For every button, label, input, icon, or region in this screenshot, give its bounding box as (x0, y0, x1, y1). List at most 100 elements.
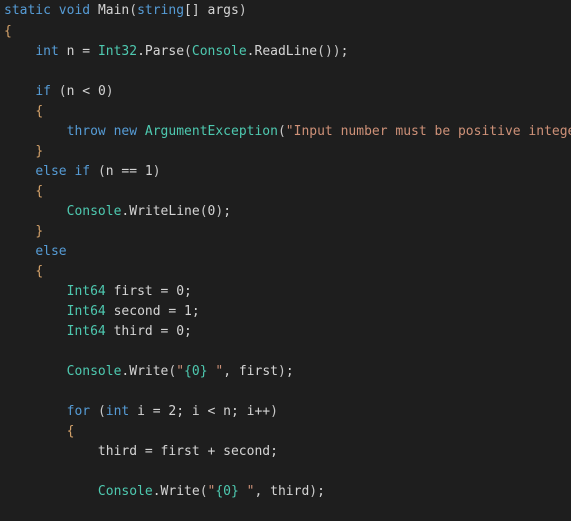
code-token: ReadLine (254, 44, 318, 59)
code-line[interactable]: { (0, 102, 571, 122)
code-line[interactable]: Console.WriteLine(0); (0, 202, 571, 222)
code-line[interactable]: for (int i = 2; i < n; i++) (0, 402, 571, 422)
code-token: ()) (317, 44, 341, 59)
code-token: for (66, 404, 91, 419)
code-line[interactable]: { (0, 262, 571, 282)
code-line[interactable]: if (n < 0) (0, 82, 571, 102)
code-line[interactable]: Int64 third = 0; (0, 322, 571, 342)
code-token: ) (270, 404, 278, 419)
code-line[interactable]: static void Main(string[] args) (0, 0, 571, 22)
code-token: Main (97, 3, 130, 18)
code-token: if (74, 164, 91, 179)
code-token: { (35, 264, 44, 279)
code-token: [] (184, 3, 200, 18)
code-editor[interactable]: static void Main(string[] args) { int n =… (0, 0, 571, 521)
code-token: " (238, 484, 255, 499)
code-token: n = (58, 44, 98, 59)
code-token: Write (160, 484, 200, 499)
code-line[interactable]: throw new ArgumentException("Input numbe… (0, 122, 571, 142)
code-line[interactable]: int n = Int32.Parse(Console.ReadLine()); (0, 42, 571, 62)
code-token: else (35, 244, 67, 259)
code-token: ; (191, 304, 200, 319)
code-line[interactable]: Int64 first = 0; (0, 282, 571, 302)
code-token: int (35, 44, 59, 59)
code-token: " (176, 364, 185, 379)
code-token: ; i < n; i++ (176, 404, 271, 419)
code-token: ) (152, 164, 161, 179)
code-token: { (66, 424, 75, 439)
code-line[interactable]: { (0, 22, 571, 42)
code-token: " (207, 364, 224, 379)
code-token: 0 (176, 284, 185, 299)
code-token: ( (277, 124, 286, 139)
code-token: throw (66, 124, 106, 139)
code-token: args (199, 3, 239, 18)
code-token: {0} (184, 364, 208, 379)
code-line[interactable]: Console.Write("{0} ", third); (0, 482, 571, 502)
code-line[interactable]: Console.Write("{0} ", first); (0, 362, 571, 382)
code-token: ( (129, 3, 138, 18)
code-token: ( (199, 484, 208, 499)
code-token: n == (105, 164, 145, 179)
code-token: new (113, 124, 138, 139)
code-token: ; (340, 44, 349, 59)
code-token: ; (317, 484, 325, 499)
code-line[interactable]: } (0, 222, 571, 242)
code-token: Write (129, 364, 169, 379)
code-token: ArgumentException (144, 124, 278, 139)
code-line[interactable] (0, 62, 571, 82)
code-text-surface[interactable]: static void Main(string[] args) { int n =… (0, 0, 571, 521)
code-token: ( (58, 84, 67, 99)
code-line[interactable] (0, 462, 571, 482)
code-line[interactable] (0, 502, 571, 521)
code-line[interactable]: } (0, 142, 571, 162)
code-line[interactable]: { (0, 182, 571, 202)
code-line[interactable]: else (0, 242, 571, 262)
code-token: 0 (97, 84, 106, 99)
code-line[interactable]: { (0, 422, 571, 442)
code-token: Console (66, 204, 122, 219)
code-token: Int64 (66, 304, 106, 319)
code-token: {0} (215, 484, 239, 499)
code-token: , first (223, 364, 278, 379)
code-token: ; (184, 324, 192, 339)
code-token: Parse (144, 44, 185, 59)
code-line[interactable] (0, 342, 571, 362)
code-token: if (35, 84, 51, 99)
code-line[interactable]: third = first + second; (0, 442, 571, 462)
code-token: string (137, 3, 185, 18)
code-token: static (4, 3, 51, 18)
code-line[interactable]: else if (n == 1) (0, 162, 571, 182)
code-token: } (35, 144, 44, 159)
code-token: { (4, 24, 12, 39)
code-token: "Input number must be positive integer!" (285, 124, 571, 139)
code-token: { (35, 184, 44, 199)
code-token: WriteLine (129, 204, 200, 219)
code-token: Console (66, 364, 122, 379)
code-line[interactable] (0, 382, 571, 402)
code-token: Int64 (66, 324, 106, 339)
code-token: . (246, 44, 255, 59)
code-token: second = (105, 304, 185, 319)
code-token: ( (184, 44, 192, 59)
code-token: , third (254, 484, 310, 499)
code-line[interactable]: Int64 second = 1; (0, 302, 571, 322)
